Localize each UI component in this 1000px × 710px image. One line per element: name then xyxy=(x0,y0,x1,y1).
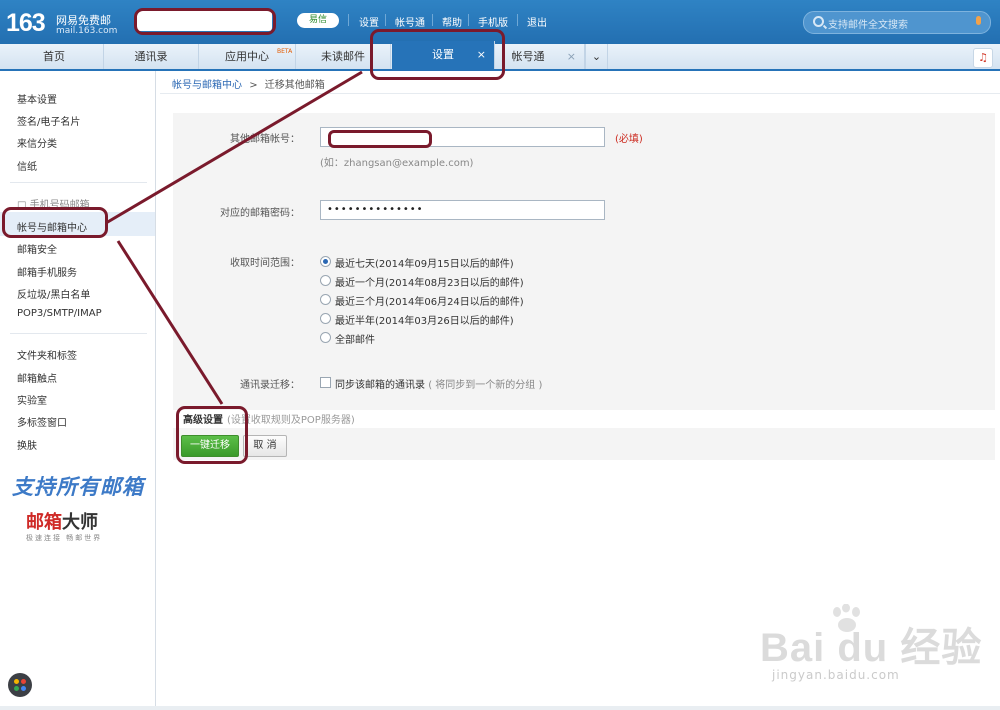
header-link-logout[interactable]: 退出 xyxy=(527,14,547,29)
range-option-label[interactable]: 最近一个月(2014年08月23日以后的邮件) xyxy=(335,274,524,289)
annotation-box-username xyxy=(134,8,276,35)
sync-contacts-label[interactable]: 同步该邮箱的通讯录 ( 将同步到一个新的分组 ) xyxy=(335,376,542,391)
sidebar-item-folders[interactable]: 文件夹和标签 xyxy=(17,347,77,362)
breadcrumb-current: 迁移其他邮箱 xyxy=(264,80,325,91)
sidebar-item-pop3[interactable]: POP3/SMTP/IMAP xyxy=(17,308,102,319)
yixin-link[interactable]: 易信 xyxy=(297,13,339,28)
annotation-box-settings-tab xyxy=(370,29,505,80)
range-radio-6months[interactable] xyxy=(320,313,331,324)
watermark-logo: Bai du 经验 xyxy=(760,626,983,670)
promo-brand-part-b: 大师 xyxy=(62,512,98,533)
header-link-account[interactable]: 帐号通 xyxy=(395,14,425,29)
microphone-icon[interactable] xyxy=(976,16,981,25)
search-icon xyxy=(813,16,824,27)
header-link-help[interactable]: 帮助 xyxy=(442,14,462,29)
dot xyxy=(21,686,26,691)
promo-brand[interactable]: 邮箱大师 xyxy=(26,508,98,534)
header-link-settings[interactable]: 设置 xyxy=(359,14,379,29)
sidebar-item-lab[interactable]: 实验室 xyxy=(17,392,47,407)
search-box[interactable]: 支持邮件全文搜索 xyxy=(803,11,991,34)
dot xyxy=(14,679,19,684)
contacts-label: 通讯录迁移： xyxy=(240,380,300,391)
email-label: 其他邮箱帐号： xyxy=(230,134,300,145)
tab-app-center[interactable]: 应用中心 BETA xyxy=(199,44,296,69)
email-redaction xyxy=(328,130,432,148)
sidebar-item-signature[interactable]: 签名/电子名片 xyxy=(17,113,80,128)
bottom-border xyxy=(0,706,1000,710)
sidebar-item-mail-filter[interactable]: 来信分类 xyxy=(17,135,57,150)
sidebar-item-basic[interactable]: 基本设置 xyxy=(17,91,57,106)
settings-sidebar: 基本设置 签名/电子名片 来信分类 信纸 □ 手机号码邮箱 帐号与邮箱中心 邮箱… xyxy=(0,71,156,710)
yixin-label: 易信 xyxy=(308,15,327,25)
breadcrumb-separator: > xyxy=(249,80,258,91)
range-radio-all[interactable] xyxy=(320,332,331,343)
range-radio-3months[interactable] xyxy=(320,294,331,305)
chevron-down-icon: ⌄ xyxy=(591,50,602,63)
range-label: 收取时间范围： xyxy=(230,258,300,269)
sidebar-item-antispam[interactable]: 反垃圾/黑白名单 xyxy=(17,286,90,301)
search-placeholder: 支持邮件全文搜索 xyxy=(828,20,908,31)
button-row xyxy=(173,428,995,460)
sidebar-item-contact-points[interactable]: 邮箱触点 xyxy=(17,370,57,385)
dot xyxy=(14,686,19,691)
sidebar-item-stationery[interactable]: 信纸 xyxy=(17,158,37,173)
annotation-box-account-center xyxy=(2,207,108,238)
close-icon[interactable]: × xyxy=(567,44,576,69)
promo-brand-part-a: 邮箱 xyxy=(26,512,62,533)
promo-slogan[interactable]: 支持所有邮箱 xyxy=(12,471,144,501)
header-divider xyxy=(432,14,433,26)
header-divider xyxy=(348,14,349,26)
breadcrumb: 帐号与邮箱中心 > 迁移其他邮箱 xyxy=(172,76,325,91)
range-radio-7days[interactable] xyxy=(320,256,331,267)
tab-label: 未读邮件 xyxy=(321,50,365,63)
sidebar-item-multi-tab[interactable]: 多标签窗口 xyxy=(17,414,67,429)
sidebar-item-skin[interactable]: 换肤 xyxy=(17,437,37,452)
music-icon[interactable]: ♫ xyxy=(973,48,993,68)
sidebar-divider xyxy=(10,182,147,183)
beta-badge: BETA xyxy=(277,48,293,55)
promo-tagline: 极速连接 畅邮世界 xyxy=(26,534,103,542)
header-divider xyxy=(517,14,518,26)
annotation-box-migrate xyxy=(176,406,248,464)
breadcrumb-parent[interactable]: 帐号与邮箱中心 xyxy=(172,80,242,91)
tab-label: 应用中心 xyxy=(225,50,269,63)
range-option-label[interactable]: 最近三个月(2014年06月24日以后的邮件) xyxy=(335,293,524,308)
watermark-url: jingyan.baidu.com xyxy=(772,668,900,682)
logo-number[interactable]: 163 xyxy=(6,9,46,38)
sync-contacts-note: ( 将同步到一个新的分组 ) xyxy=(428,380,543,391)
password-label: 对应的邮箱密码： xyxy=(220,208,300,219)
range-option-label[interactable]: 最近七天(2014年09月15日以后的邮件) xyxy=(335,255,514,270)
sidebar-item-mobile-service[interactable]: 邮箱手机服务 xyxy=(17,264,77,279)
dot xyxy=(21,679,26,684)
required-marker: (必填) xyxy=(615,134,643,145)
tab-label: 通讯录 xyxy=(134,50,168,63)
tab-contacts[interactable]: 通讯录 xyxy=(104,44,199,69)
header-divider xyxy=(468,14,469,26)
sidebar-item-security[interactable]: 邮箱安全 xyxy=(17,241,57,256)
range-radio-1month[interactable] xyxy=(320,275,331,286)
tab-home[interactable]: 首页 xyxy=(5,44,104,69)
header-divider xyxy=(385,14,386,26)
tab-account-pass[interactable]: 帐号通 × xyxy=(496,44,585,69)
password-field[interactable]: •••••••••••••• xyxy=(320,200,605,220)
app-launcher-icon[interactable] xyxy=(8,673,32,697)
sidebar-divider xyxy=(10,333,147,334)
tab-label: 首页 xyxy=(43,50,65,63)
cancel-button[interactable]: 取 消 xyxy=(243,435,287,457)
breadcrumb-divider xyxy=(160,93,1000,94)
range-option-label[interactable]: 全部邮件 xyxy=(335,331,375,346)
logo-domain: mail.163.com xyxy=(56,26,118,36)
sync-contacts-text: 同步该邮箱的通讯录 xyxy=(335,380,425,391)
range-option-label[interactable]: 最近半年(2014年03月26日以后的邮件) xyxy=(335,312,514,327)
tab-more-button[interactable]: ⌄ xyxy=(585,44,608,69)
tab-label: 帐号通 xyxy=(511,50,545,63)
email-hint: (如：zhangsan@example.com) xyxy=(320,158,474,169)
sync-contacts-checkbox[interactable] xyxy=(320,377,331,388)
header-link-mobile[interactable]: 手机版 xyxy=(478,14,508,29)
